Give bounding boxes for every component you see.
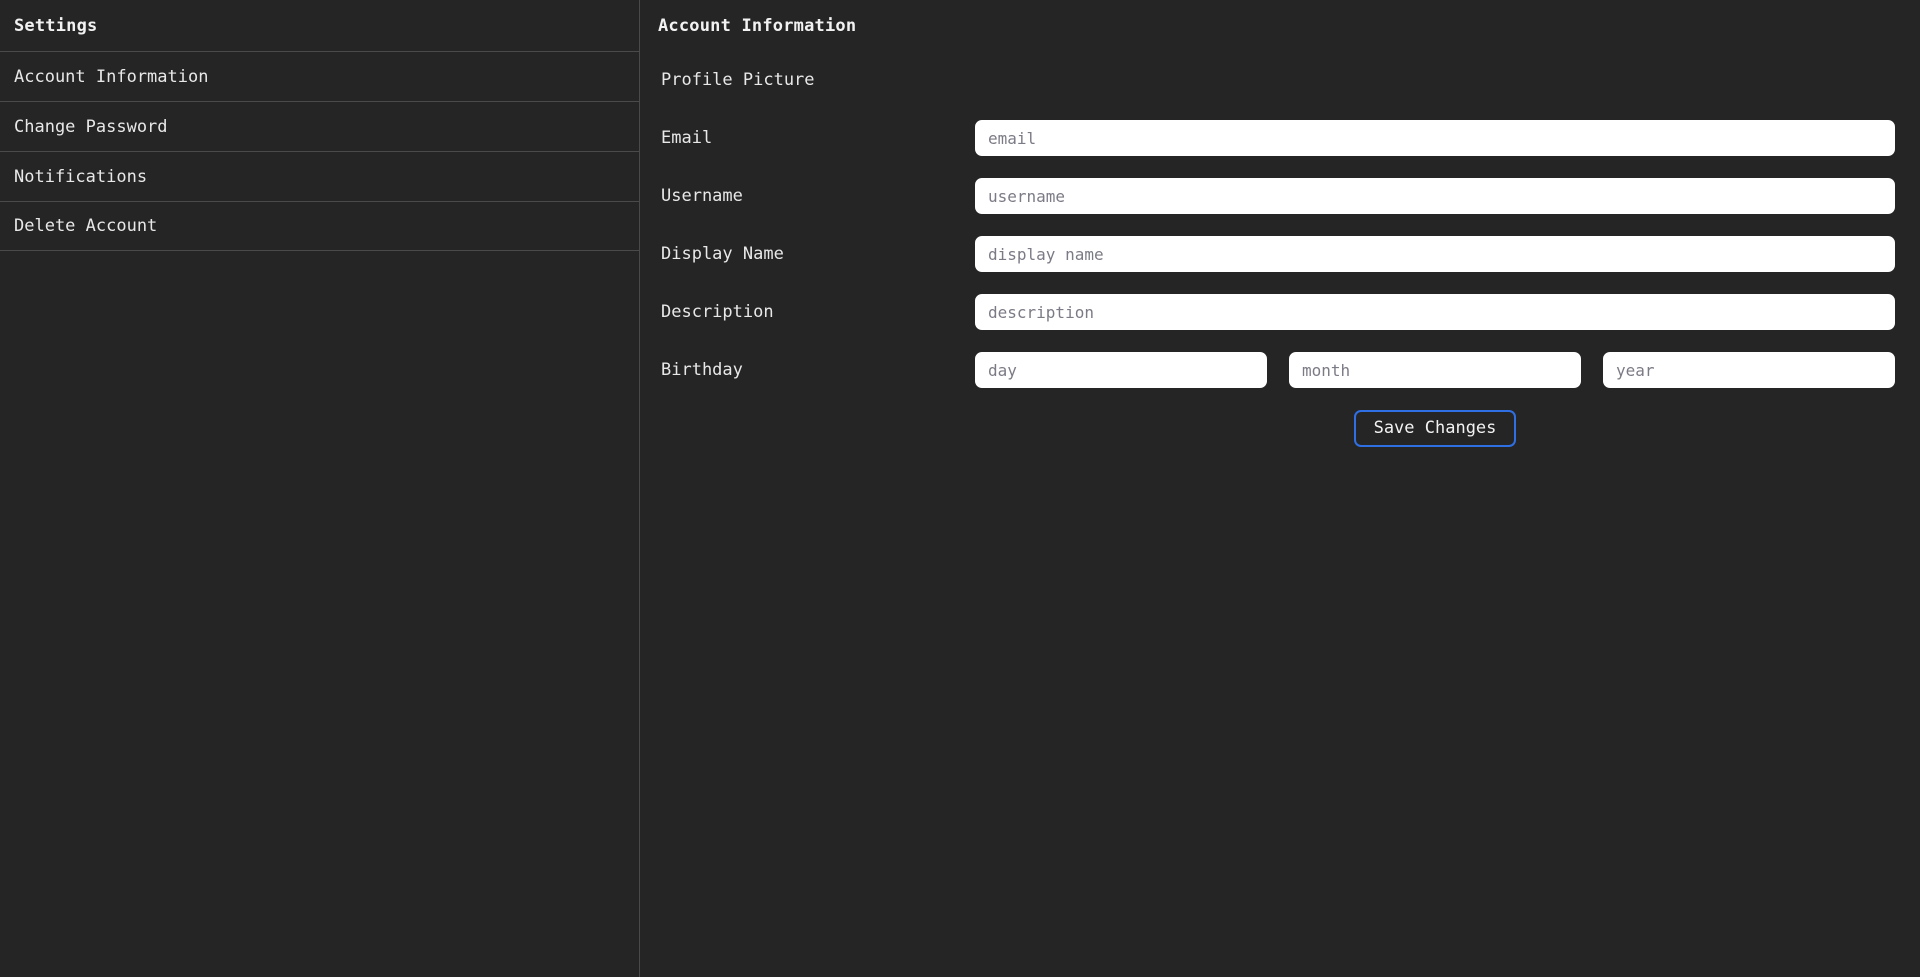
display-name-input[interactable] xyxy=(975,236,1895,272)
sidebar-nav: Account Information Change Password Noti… xyxy=(0,51,639,251)
form-row-birthday: Birthday xyxy=(640,341,1920,399)
display-name-control xyxy=(975,236,1920,272)
account-information-form: Profile Picture Email Username xyxy=(640,51,1920,457)
profile-picture-placeholder-area xyxy=(975,62,1895,98)
birthday-year-input[interactable] xyxy=(1603,352,1895,388)
form-actions-row: Save Changes xyxy=(640,399,1920,457)
description-label: Description xyxy=(661,302,774,322)
profile-picture-label: Profile Picture xyxy=(661,70,815,90)
form-row-display-name: Display Name xyxy=(640,225,1920,283)
sidebar-item-change-password[interactable]: Change Password xyxy=(0,101,639,151)
birthday-control xyxy=(975,352,1920,388)
sidebar-item-account-information[interactable]: Account Information xyxy=(0,51,639,101)
display-name-label: Display Name xyxy=(661,244,784,264)
sidebar-item-label: Change Password xyxy=(14,116,168,137)
form-row-description: Description xyxy=(640,283,1920,341)
settings-sidebar: Settings Account Information Change Pass… xyxy=(0,0,640,977)
page-title: Account Information xyxy=(640,0,1920,51)
actions-area: Save Changes xyxy=(975,409,1920,447)
profile-picture-control xyxy=(975,62,1920,98)
birthday-label: Birthday xyxy=(661,360,743,380)
sidebar-title: Settings xyxy=(0,0,639,51)
form-row-username: Username xyxy=(640,167,1920,225)
username-control xyxy=(975,178,1920,214)
email-control xyxy=(975,120,1920,156)
birthday-month-input[interactable] xyxy=(1289,352,1581,388)
sidebar-item-delete-account[interactable]: Delete Account xyxy=(0,201,639,251)
description-input[interactable] xyxy=(975,294,1895,330)
sidebar-empty-space xyxy=(0,251,639,977)
sidebar-item-label: Notifications xyxy=(14,166,148,187)
form-row-profile-picture: Profile Picture xyxy=(640,51,1920,109)
sidebar-title-label: Settings xyxy=(14,15,98,36)
sidebar-item-label: Delete Account xyxy=(14,216,158,236)
username-label: Username xyxy=(661,186,743,206)
settings-page: Settings Account Information Change Pass… xyxy=(0,0,1920,977)
page-title-label: Account Information xyxy=(658,15,857,36)
save-changes-button[interactable]: Save Changes xyxy=(1353,409,1517,447)
account-information-panel: Account Information Profile Picture Emai… xyxy=(640,0,1920,977)
sidebar-item-notifications[interactable]: Notifications xyxy=(0,151,639,201)
email-input[interactable] xyxy=(975,120,1895,156)
sidebar-item-label: Account Information xyxy=(14,66,209,87)
description-control xyxy=(975,294,1920,330)
birthday-day-input[interactable] xyxy=(975,352,1267,388)
form-row-email: Email xyxy=(640,109,1920,167)
username-input[interactable] xyxy=(975,178,1895,214)
email-label: Email xyxy=(661,128,713,148)
